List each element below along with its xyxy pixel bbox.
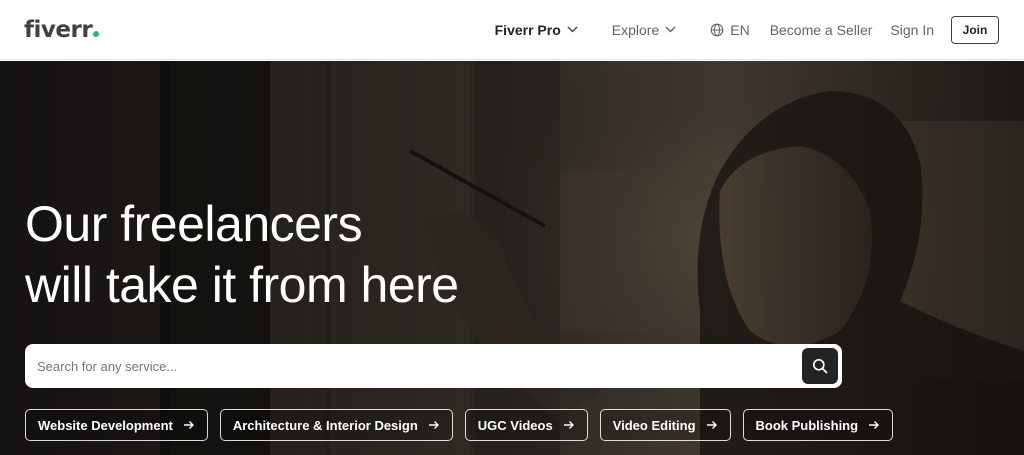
logo-dot (93, 30, 100, 37)
join-button[interactable]: Join (951, 15, 999, 44)
chevron-down-icon (665, 26, 676, 33)
nav-menu: Fiverr Pro Explore EN Become a Seller Si… (495, 0, 999, 59)
top-navbar: fiverr Fiverr Pro Explore EN Become a Se… (0, 0, 1024, 60)
chevron-down-icon (567, 26, 578, 33)
arrow-right-icon (183, 420, 195, 430)
nav-explore[interactable]: Explore (612, 22, 676, 38)
nav-language-label: EN (730, 21, 750, 38)
arrow-right-icon (706, 420, 718, 430)
headline-line-2: will take it from here (25, 257, 459, 313)
chip-ugc-videos[interactable]: UGC Videos (464, 409, 588, 441)
hero-headline: Our freelancers will take it from here (25, 194, 459, 316)
fiverr-logo[interactable]: fiverr (24, 16, 100, 43)
chip-label: Architecture & Interior Design (232, 417, 418, 433)
chip-website-development[interactable]: Website Development (25, 409, 208, 441)
chip-video-editing[interactable]: Video Editing (599, 409, 731, 441)
logo-text: fiverr (24, 16, 93, 43)
popular-services: Website Development Architecture & Inter… (25, 409, 905, 441)
chip-book-publishing[interactable]: Book Publishing (742, 409, 894, 441)
nav-become-seller[interactable]: Become a Seller (770, 22, 873, 38)
nav-explore-label: Explore (611, 21, 660, 38)
arrow-right-icon (428, 420, 440, 430)
headline-line-1: Our freelancers (25, 196, 363, 252)
arrow-right-icon (868, 420, 880, 430)
chip-label: Book Publishing (755, 417, 859, 433)
chip-label: UGC Videos (477, 417, 553, 433)
nav-sign-in[interactable]: Sign In (890, 22, 934, 38)
search-bar (25, 344, 842, 388)
search-input[interactable] (37, 358, 802, 374)
chip-architecture-interior-design[interactable]: Architecture & Interior Design (219, 409, 453, 441)
nav-language[interactable]: EN (710, 21, 750, 38)
nav-fiverr-pro-label: Fiverr Pro (494, 21, 561, 38)
globe-icon (710, 23, 724, 37)
search-icon (812, 358, 828, 374)
nav-fiverr-pro[interactable]: Fiverr Pro (495, 22, 578, 38)
search-button[interactable] (802, 348, 838, 384)
chip-label: Website Development (38, 417, 173, 433)
chip-label: Video Editing (612, 417, 696, 433)
hero-section: Our freelancers will take it from here W… (0, 61, 1024, 455)
arrow-right-icon (563, 420, 575, 430)
